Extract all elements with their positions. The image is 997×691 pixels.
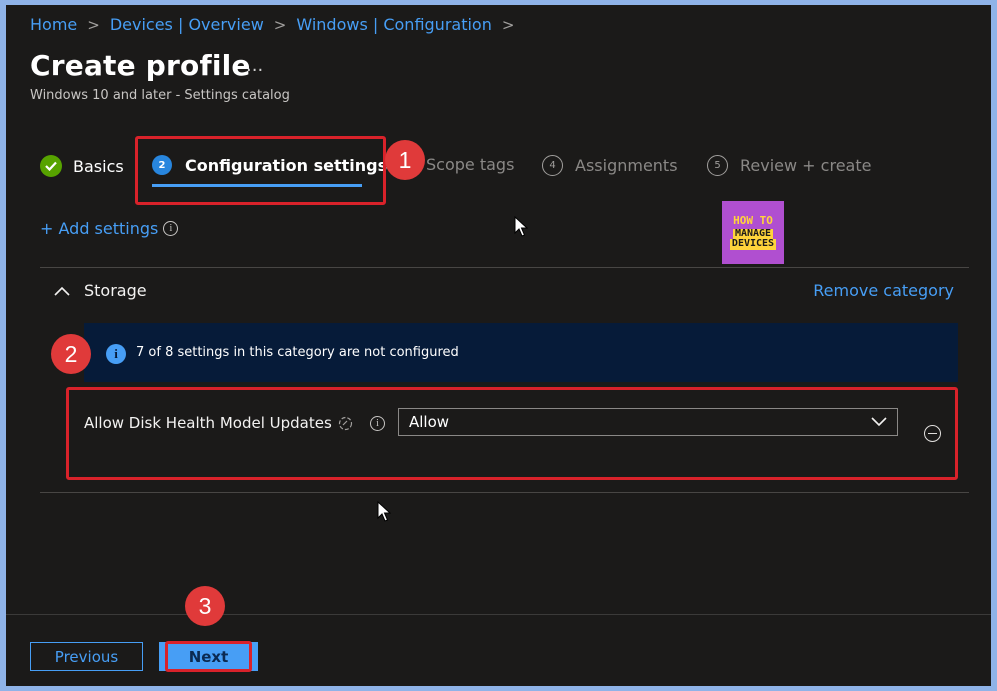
step-label: Scope tags: [426, 155, 515, 174]
checkmark-icon: [40, 155, 62, 177]
step-scope-tags[interactable]: Scope tags: [426, 155, 514, 174]
step-number-icon: 4: [542, 155, 563, 176]
divider: [40, 492, 969, 493]
breadcrumb-devices-overview[interactable]: Devices | Overview: [110, 15, 264, 34]
how-to-manage-devices-logo: HOW TO MANAGE DEVICES: [722, 201, 784, 264]
add-settings-label: + Add settings: [40, 219, 159, 238]
category-header-storage[interactable]: Storage: [54, 281, 147, 300]
annotation-badge-2: 2: [51, 334, 91, 374]
info-icon: i: [163, 221, 179, 236]
annotation-badge-1: 1: [385, 140, 425, 180]
step-review-create[interactable]: 5 Review + create: [707, 155, 871, 176]
chevron-right-icon: >: [87, 15, 100, 34]
highlight-box-setting: [66, 387, 958, 480]
step-assignments[interactable]: 4 Assignments: [542, 155, 678, 176]
mouse-cursor-icon: [514, 216, 528, 237]
chevron-right-icon: >: [501, 15, 515, 34]
step-label: Review + create: [740, 156, 872, 175]
chevron-right-icon: >: [273, 15, 287, 34]
info-icon: i: [106, 344, 126, 364]
highlight-box-step: [135, 136, 386, 205]
chevron-up-icon: [54, 286, 70, 296]
step-basics[interactable]: Basics: [40, 155, 124, 177]
breadcrumb-home[interactable]: Home: [30, 15, 77, 34]
step-number-icon: 5: [707, 155, 728, 176]
page-title: Create profile: [30, 49, 251, 82]
step-label: Assignments: [575, 156, 678, 175]
previous-button[interactable]: Previous: [30, 642, 143, 671]
app-frame: Home > Devices | Overview > Windows | Co…: [6, 5, 991, 686]
more-options-button[interactable]: ...: [246, 55, 263, 76]
category-name: Storage: [84, 281, 147, 300]
remove-category-link[interactable]: Remove category: [813, 281, 954, 300]
page-subtitle: Windows 10 and later - Settings catalog: [30, 88, 290, 103]
breadcrumb-windows-configuration[interactable]: Windows | Configuration: [296, 15, 492, 34]
banner-text: 7 of 8 settings in this category are not…: [136, 345, 459, 360]
highlight-box-next: [165, 641, 252, 672]
footer-divider: [6, 614, 991, 615]
mouse-cursor-icon: [377, 501, 391, 522]
step-label: Basics: [73, 156, 124, 176]
add-settings-link[interactable]: + Add settings i: [40, 219, 179, 238]
divider: [40, 267, 969, 268]
annotation-badge-3: 3: [185, 586, 225, 626]
breadcrumb: Home > Devices | Overview > Windows | Co…: [30, 15, 524, 34]
